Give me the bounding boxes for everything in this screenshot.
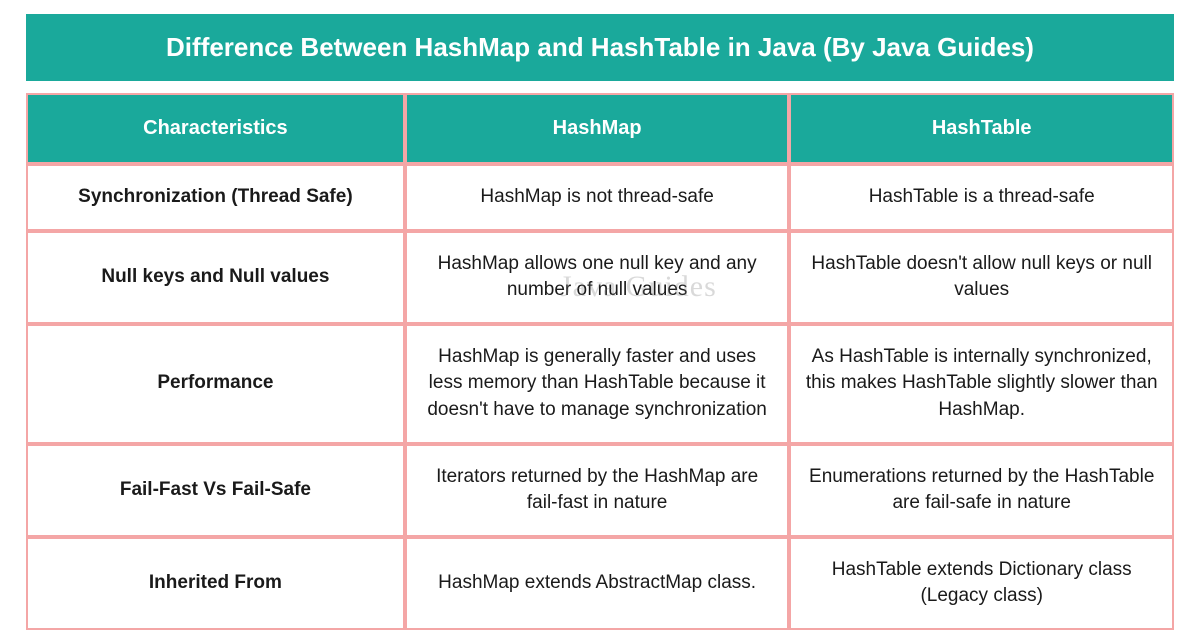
cell-characteristic: Null keys and Null values — [26, 231, 405, 324]
cell-characteristic: Synchronization (Thread Safe) — [26, 164, 405, 231]
cell-hashtable: HashTable doesn't allow null keys or nul… — [789, 231, 1174, 324]
cell-characteristic: Performance — [26, 324, 405, 444]
cell-hashtable: HashTable extends Dictionary class (Lega… — [789, 537, 1174, 630]
cell-characteristic: Inherited From — [26, 537, 405, 630]
cell-hashmap: HashMap allows one null key and any numb… — [405, 231, 790, 324]
cell-hashmap: HashMap is generally faster and uses les… — [405, 324, 790, 444]
table-row: Fail-Fast Vs Fail-Safe Iterators returne… — [26, 444, 1174, 537]
cell-hashmap: Iterators returned by the HashMap are fa… — [405, 444, 790, 537]
cell-hashmap: HashMap extends AbstractMap class. — [405, 537, 790, 630]
table-row: Inherited From HashMap extends AbstractM… — [26, 537, 1174, 630]
cell-hashtable: As HashTable is internally synchronized,… — [789, 324, 1174, 444]
cell-characteristic: Fail-Fast Vs Fail-Safe — [26, 444, 405, 537]
page-title: Difference Between HashMap and HashTable… — [26, 14, 1174, 81]
document-container: Difference Between HashMap and HashTable… — [0, 0, 1200, 630]
table-row: Synchronization (Thread Safe) HashMap is… — [26, 164, 1174, 231]
cell-hashmap: HashMap is not thread-safe — [405, 164, 790, 231]
cell-hashtable: HashTable is a thread-safe — [789, 164, 1174, 231]
table-row: Performance HashMap is generally faster … — [26, 324, 1174, 444]
header-hashtable: HashTable — [789, 93, 1174, 164]
header-characteristics: Characteristics — [26, 93, 405, 164]
header-hashmap: HashMap — [405, 93, 790, 164]
cell-hashtable: Enumerations returned by the HashTable a… — [789, 444, 1174, 537]
comparison-table: Characteristics HashMap HashTable Synchr… — [26, 93, 1174, 630]
table-header-row: Characteristics HashMap HashTable — [26, 93, 1174, 164]
table-row: Null keys and Null values HashMap allows… — [26, 231, 1174, 324]
